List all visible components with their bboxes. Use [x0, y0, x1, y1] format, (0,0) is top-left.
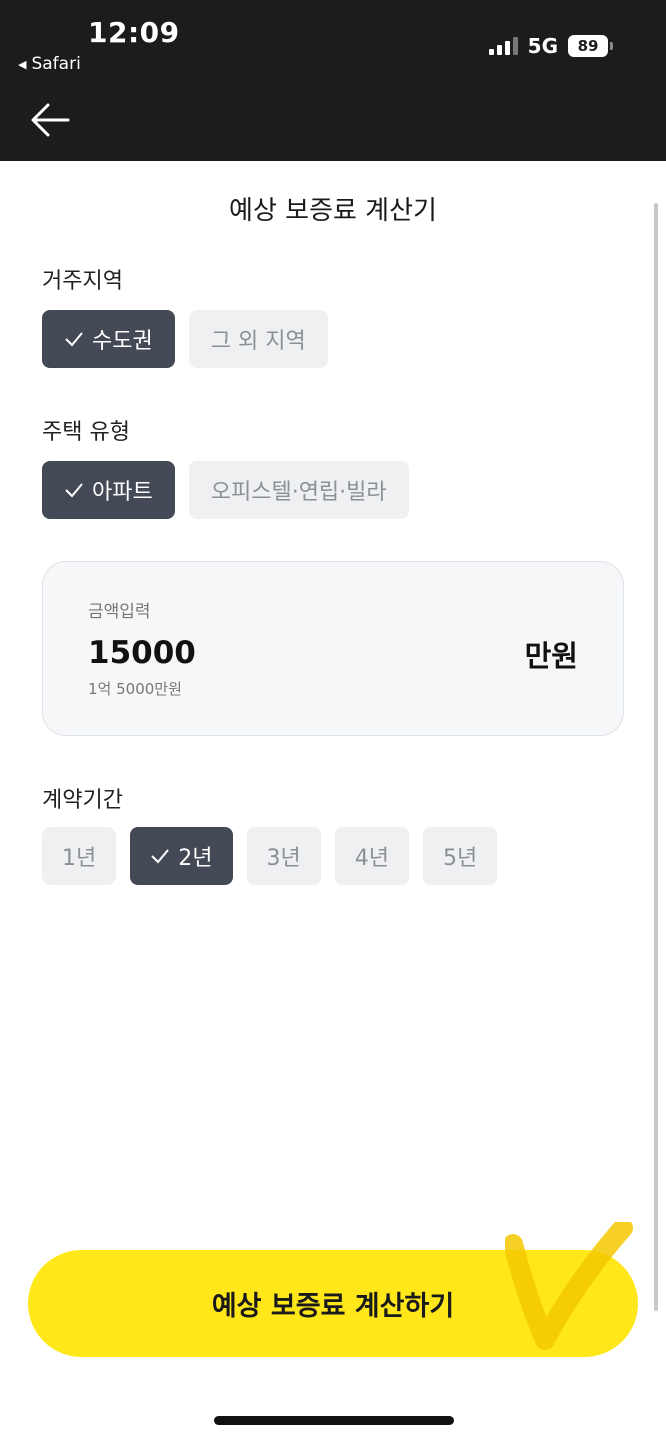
home-indicator[interactable] [214, 1416, 454, 1425]
calculate-button-label: 예상 보증료 계산하기 [211, 1291, 455, 1322]
top-bar: 12:09 ◀ Safari 5G 89 [0, 0, 666, 161]
region-option-capital[interactable]: 수도권 [42, 310, 175, 368]
status-time: 12:09 [88, 16, 180, 49]
calculate-button[interactable]: 예상 보증료 계산하기 [28, 1250, 638, 1357]
check-icon [65, 483, 83, 498]
chip-label: 아파트 [92, 480, 153, 505]
housing-option-apartment[interactable]: 아파트 [42, 461, 175, 519]
period-option-3y[interactable]: 3년 [246, 827, 321, 885]
amount-label: 금액입력 [88, 602, 151, 622]
back-triangle-icon: ◀ [18, 57, 27, 71]
chip-label: 4년 [354, 846, 389, 871]
amount-input-box[interactable]: 금액입력 15000 만원 1억 5000만원 [42, 561, 624, 736]
housing-option-officetel[interactable]: 오피스텔·연립·빌라 [188, 461, 409, 519]
region-option-other[interactable]: 그 외 지역 [188, 310, 328, 368]
chip-label: 오피스텔·연립·빌라 [210, 480, 387, 505]
status-indicators: 5G 89 [488, 34, 613, 58]
chip-label: 수도권 [92, 329, 153, 354]
housing-options: 아파트 오피스텔·연립·빌라 [42, 461, 409, 519]
period-options: 1년 2년 3년 4년 5년 [42, 827, 498, 885]
amount-input[interactable]: 15000 [88, 635, 196, 671]
battery-icon: 89 [568, 35, 613, 57]
back-to-safari-link[interactable]: ◀ Safari [18, 54, 81, 74]
scrollbar[interactable] [654, 203, 658, 1311]
period-label: 계약기간 [42, 788, 123, 813]
check-icon [65, 332, 83, 347]
region-options: 수도권 그 외 지역 [42, 310, 328, 368]
housing-label: 주택 유형 [42, 420, 130, 445]
page-title: 예상 보증료 계산기 [229, 196, 437, 226]
network-label: 5G [527, 34, 558, 58]
signal-icon [488, 37, 518, 55]
period-option-1y[interactable]: 1년 [42, 827, 117, 885]
back-arrow-icon[interactable] [30, 102, 70, 138]
chip-label: 3년 [266, 846, 301, 871]
check-icon [151, 849, 170, 864]
region-label: 거주지역 [42, 269, 123, 294]
chip-label: 그 외 지역 [210, 329, 306, 354]
battery-level: 89 [577, 37, 599, 55]
chip-label: 5년 [443, 846, 478, 871]
back-app-label: Safari [31, 54, 81, 74]
amount-hint: 1억 5000만원 [88, 680, 182, 698]
period-option-4y[interactable]: 4년 [334, 827, 409, 885]
chip-label: 2년 [178, 846, 213, 871]
amount-unit: 만원 [524, 639, 578, 673]
period-option-5y[interactable]: 5년 [423, 827, 498, 885]
period-option-2y[interactable]: 2년 [130, 827, 233, 885]
chip-label: 1년 [62, 846, 97, 871]
